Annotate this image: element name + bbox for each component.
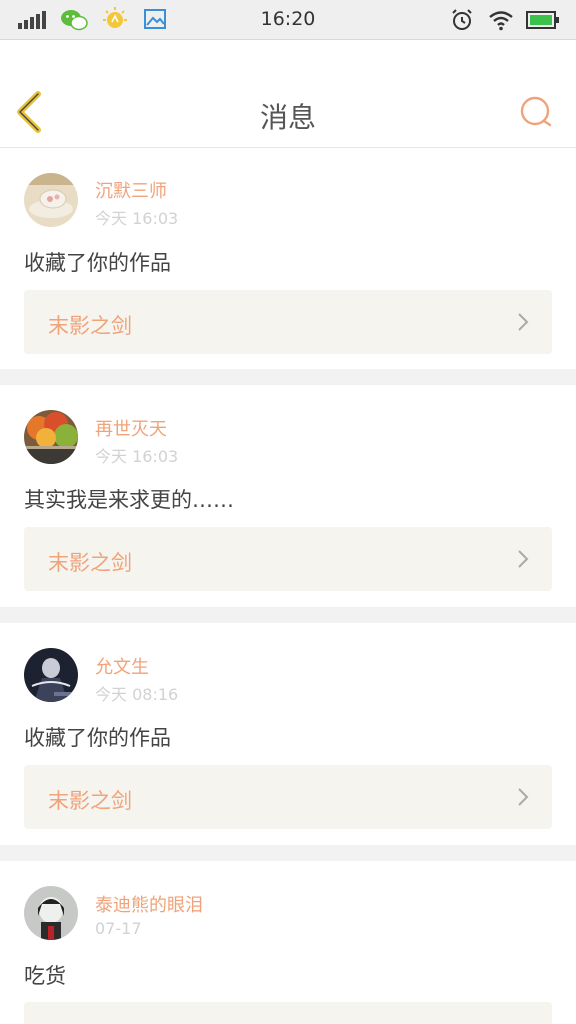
avatar[interactable] [24, 648, 78, 702]
message-item[interactable]: 再世灭天 今天 16:03 其实我是来求更的…… 末影之剑 [0, 385, 576, 607]
chevron-right-icon [518, 313, 529, 331]
battery-icon [526, 11, 559, 29]
divider [0, 369, 576, 385]
status-bar: 16:20 [0, 0, 576, 40]
work-card[interactable]: 末影之剑 [24, 290, 552, 354]
alarm-icon [452, 9, 472, 30]
chevron-right-icon [518, 788, 529, 806]
message-text: 其实我是来求更的…… [24, 488, 234, 512]
divider [0, 845, 576, 861]
wifi-icon [489, 11, 513, 31]
work-card[interactable]: 末影之剑 [24, 527, 552, 591]
message-time: 今天 16:03 [95, 209, 179, 228]
message-time: 今天 16:03 [95, 447, 179, 466]
message-item[interactable]: 沉默三师 今天 16:03 收藏了你的作品 末影之剑 [0, 149, 576, 369]
user-name[interactable]: 再世灭天 [95, 415, 167, 441]
chevron-right-icon [518, 550, 529, 568]
avatar[interactable] [24, 173, 78, 227]
message-text: 收藏了你的作品 [24, 726, 171, 750]
message-text: 吃货 [24, 964, 66, 988]
work-card[interactable]: 末影之剑 [24, 765, 552, 829]
search-icon[interactable] [518, 94, 554, 130]
header: 消息 [0, 40, 576, 148]
work-card[interactable] [24, 1002, 552, 1024]
user-name[interactable]: 泰迪熊的眼泪 [95, 891, 203, 917]
work-title: 末影之剑 [48, 551, 132, 575]
user-name[interactable]: 允文生 [95, 653, 149, 679]
avatar[interactable] [24, 886, 78, 940]
avatar[interactable] [24, 410, 78, 464]
message-item[interactable]: 允文生 今天 08:16 收藏了你的作品 末影之剑 [0, 623, 576, 845]
message-time: 今天 08:16 [95, 685, 179, 704]
work-title: 末影之剑 [48, 314, 132, 338]
message-item[interactable]: 泰迪熊的眼泪 07-17 吃货 [0, 861, 576, 1024]
work-title: 末影之剑 [48, 789, 132, 813]
message-time: 07-17 [95, 919, 142, 938]
message-text: 收藏了你的作品 [24, 251, 171, 275]
user-name[interactable]: 沉默三师 [95, 177, 167, 203]
divider [0, 607, 576, 623]
page-title: 消息 [259, 101, 316, 134]
